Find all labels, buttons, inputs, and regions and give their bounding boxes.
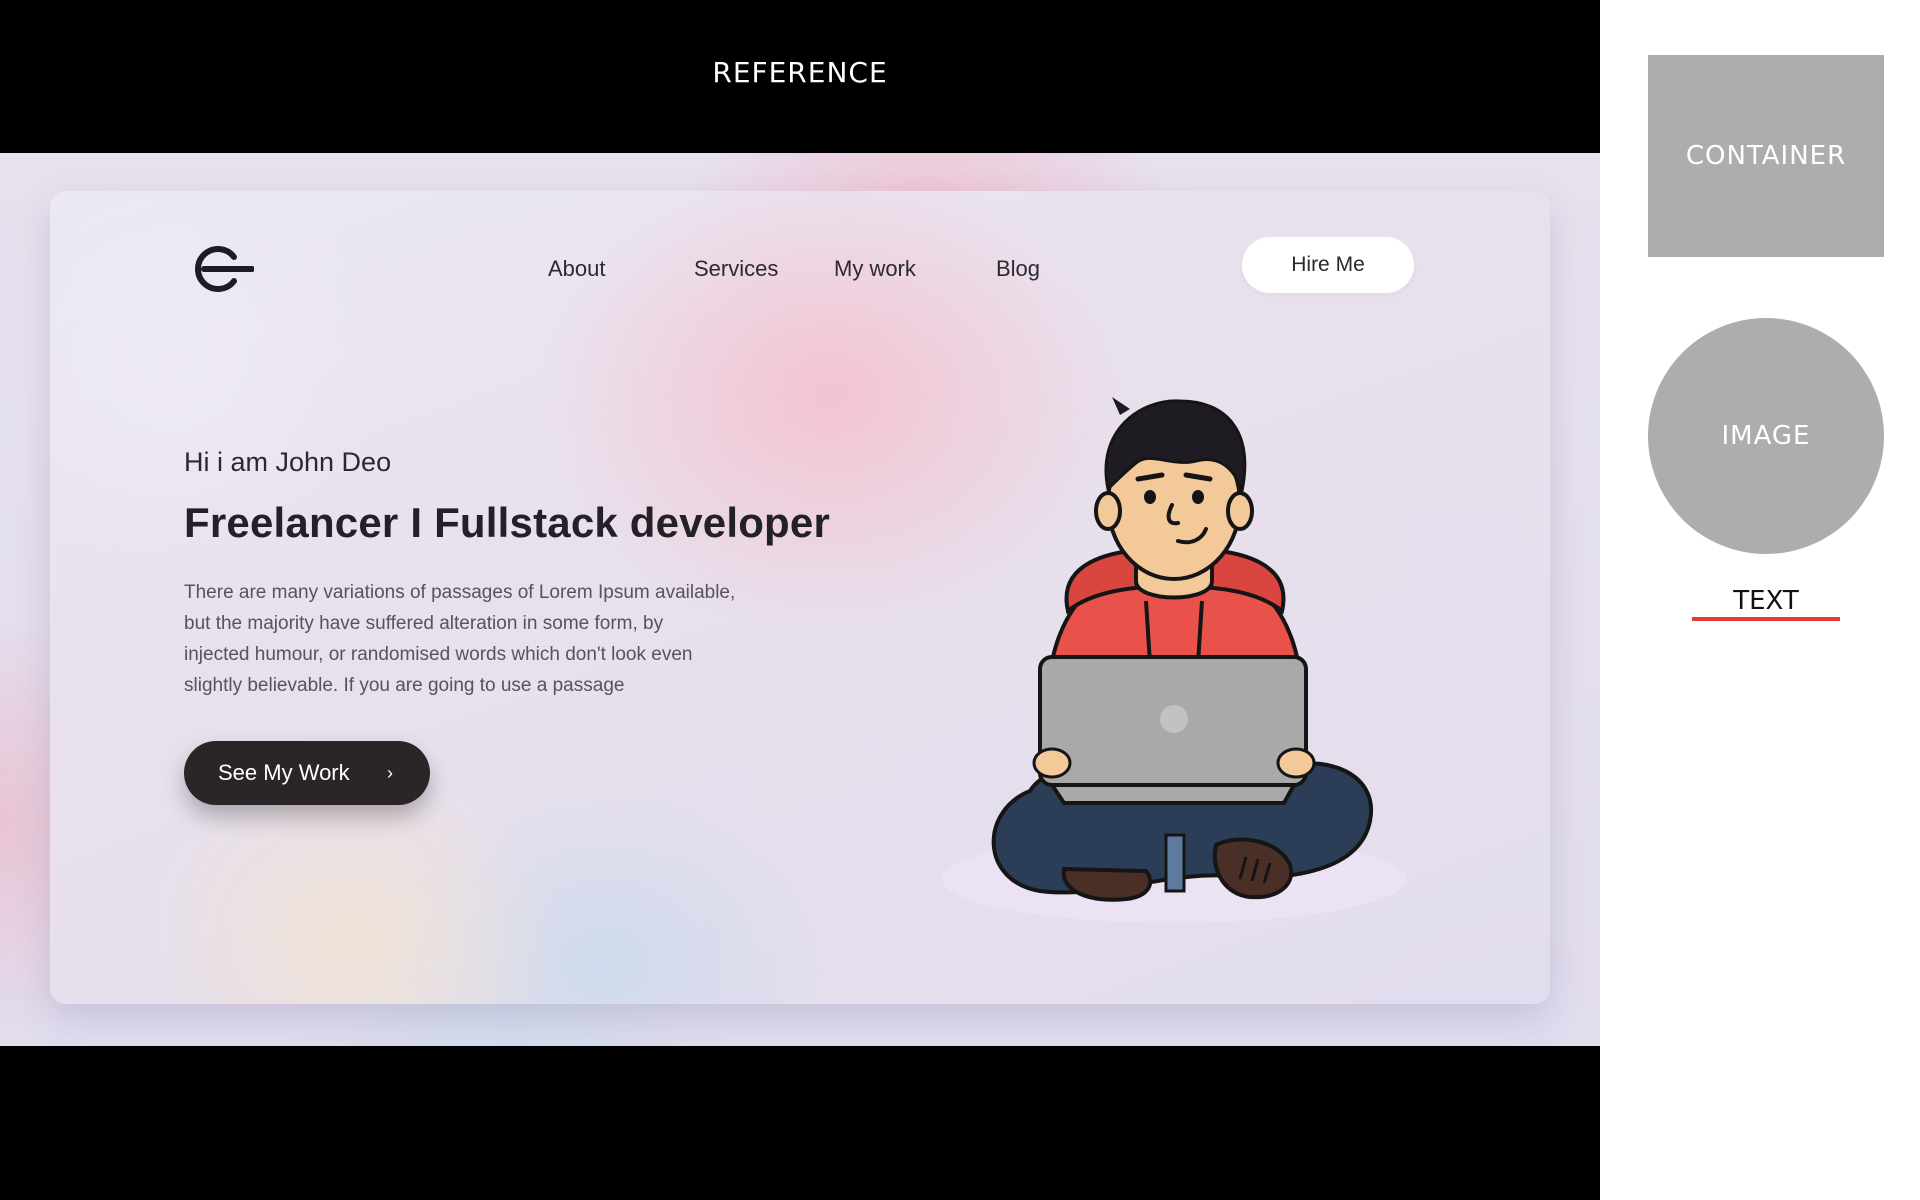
- hero-headline: Freelancer I Fullstack developer: [184, 499, 831, 546]
- legend-text-underline: [1692, 617, 1840, 621]
- legend-text-label: TEXT: [1733, 586, 1799, 616]
- reference-title: REFERENCE: [712, 56, 888, 89]
- nav-services[interactable]: Services: [694, 256, 778, 282]
- nav-about[interactable]: About: [548, 256, 606, 282]
- description-line: There are many variations of passages of…: [184, 582, 736, 603]
- see-my-work-label: See My Work: [218, 760, 350, 785]
- legend-container-swatch: CONTAINER: [1648, 55, 1884, 257]
- laptop-logo: [1160, 705, 1188, 733]
- description-line: injected humour, or randomised words whi…: [184, 644, 693, 665]
- legend-panel: CONTAINER IMAGE TEXT: [1600, 0, 1920, 1200]
- hero-description: There are many variations of passages of…: [184, 577, 864, 701]
- ankle: [1164, 833, 1186, 893]
- website-screenshot: About Services My work Blog Hire Me Hi i…: [0, 153, 1600, 1046]
- main-nav: About Services My work Blog Hire Me: [50, 191, 1550, 311]
- greeting-text: Hi i am John Deo: [184, 447, 392, 477]
- laptop-base: [1048, 783, 1298, 805]
- description-line: but the majority have suffered alteratio…: [184, 613, 664, 634]
- chevron-right-icon: ›: [387, 763, 393, 783]
- developer-illustration: [942, 397, 1406, 923]
- nav-my-work[interactable]: My work: [834, 256, 916, 282]
- reference-panel: REFERENCE About Services My work Blog Hi…: [0, 0, 1600, 1200]
- legend-image-swatch: IMAGE: [1648, 318, 1884, 554]
- see-my-work-button[interactable]: See My Work ›: [184, 741, 430, 805]
- hero-card: About Services My work Blog Hire Me Hi i…: [50, 191, 1550, 1004]
- hire-me-button[interactable]: Hire Me: [1242, 237, 1414, 293]
- nav-blog[interactable]: Blog: [996, 256, 1040, 282]
- description-line: slightly believable. If you are going to…: [184, 675, 625, 696]
